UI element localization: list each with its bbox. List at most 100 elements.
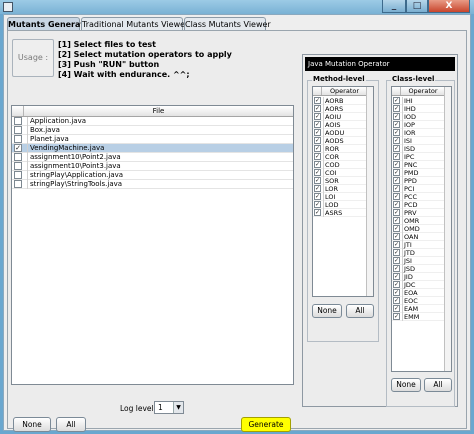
- class-operator-checkbox[interactable]: ✓: [393, 313, 400, 320]
- class-operator-row[interactable]: ✓ OAN: [392, 233, 444, 241]
- class-operator-checkbox[interactable]: ✓: [393, 233, 400, 240]
- file-checkbox[interactable]: [14, 180, 22, 188]
- class-operator-row[interactable]: ✓ IHD: [392, 105, 444, 113]
- class-operator-row[interactable]: ✓ JDC: [392, 281, 444, 289]
- method-operator-checkbox[interactable]: ✓: [314, 137, 321, 144]
- class-operator-checkbox[interactable]: ✓: [393, 121, 400, 128]
- tab-class-mutants-viewer[interactable]: Class Mutants Viewer: [184, 17, 271, 31]
- class-operator-checkbox[interactable]: ✓: [393, 305, 400, 312]
- close-button[interactable]: X: [428, 0, 470, 13]
- method-operator-row[interactable]: ✓ AOIU: [313, 113, 366, 121]
- class-operator-row[interactable]: ✓ JID: [392, 273, 444, 281]
- class-operator-row[interactable]: ✓ JSI: [392, 257, 444, 265]
- method-operator-checkbox[interactable]: ✓: [314, 193, 321, 200]
- class-operator-row[interactable]: ✓ JTD: [392, 249, 444, 257]
- class-operator-row[interactable]: ✓ OMR: [392, 217, 444, 225]
- maximize-button[interactable]: □: [406, 0, 428, 13]
- method-operator-checkbox[interactable]: ✓: [314, 209, 321, 216]
- class-operator-row[interactable]: ✓ PCI: [392, 185, 444, 193]
- class-operator-row[interactable]: ✓ EMM: [392, 313, 444, 321]
- file-row[interactable]: stringPlay\StringTools.java: [12, 180, 293, 189]
- class-operator-checkbox[interactable]: ✓: [393, 297, 400, 304]
- class-operator-checkbox[interactable]: ✓: [393, 105, 400, 112]
- class-operator-checkbox[interactable]: ✓: [393, 137, 400, 144]
- class-operator-row[interactable]: ✓ PPD: [392, 177, 444, 185]
- class-operator-row[interactable]: ✓ IOR: [392, 129, 444, 137]
- class-operator-checkbox[interactable]: ✓: [393, 249, 400, 256]
- method-operator-row[interactable]: ✓ LOI: [313, 193, 366, 201]
- method-operator-row[interactable]: ✓ AORB: [313, 97, 366, 105]
- class-operator-checkbox[interactable]: ✓: [393, 161, 400, 168]
- class-operator-checkbox[interactable]: ✓: [393, 241, 400, 248]
- method-operator-checkbox[interactable]: ✓: [314, 153, 321, 160]
- method-operator-checkbox[interactable]: ✓: [314, 105, 321, 112]
- class-operator-checkbox[interactable]: ✓: [393, 273, 400, 280]
- class-operator-row[interactable]: ✓ IPC: [392, 153, 444, 161]
- file-row[interactable]: assignment10\Point2.java: [12, 153, 293, 162]
- class-operator-row[interactable]: ✓ PNC: [392, 161, 444, 169]
- method-operator-row[interactable]: ✓ ROR: [313, 145, 366, 153]
- class-operator-row[interactable]: ✓ ISI: [392, 137, 444, 145]
- class-operator-column-header[interactable]: Operator: [402, 87, 444, 95]
- class-operator-row[interactable]: ✓ OMD: [392, 225, 444, 233]
- method-operator-checkbox[interactable]: ✓: [314, 145, 321, 152]
- method-all-button[interactable]: All: [346, 304, 374, 318]
- class-operator-row[interactable]: ✓ PCD: [392, 201, 444, 209]
- class-list-scrollbar[interactable]: [444, 87, 451, 371]
- method-operator-row[interactable]: ✓ LOR: [313, 185, 366, 193]
- class-operator-checkbox[interactable]: ✓: [393, 153, 400, 160]
- class-operator-checkbox[interactable]: ✓: [393, 289, 400, 296]
- file-checkbox[interactable]: [14, 162, 22, 170]
- class-operator-checkbox[interactable]: ✓: [393, 113, 400, 120]
- tab-traditional-mutants-viewer[interactable]: Traditional Mutants Viewer: [81, 17, 188, 31]
- usage-button[interactable]: Usage :: [12, 39, 54, 77]
- class-operator-row[interactable]: ✓ PMD: [392, 169, 444, 177]
- method-operator-checkbox[interactable]: ✓: [314, 161, 321, 168]
- method-operator-checkbox[interactable]: ✓: [314, 201, 321, 208]
- method-operator-checkbox[interactable]: ✓: [314, 129, 321, 136]
- class-operator-row[interactable]: ✓ IHI: [392, 97, 444, 105]
- method-operator-checkbox[interactable]: ✓: [314, 121, 321, 128]
- class-operator-row[interactable]: ✓ PCC: [392, 193, 444, 201]
- class-operator-checkbox[interactable]: ✓: [393, 193, 400, 200]
- class-operator-checkbox[interactable]: ✓: [393, 257, 400, 264]
- class-operator-checkbox[interactable]: ✓: [393, 209, 400, 216]
- class-operator-row[interactable]: ✓ JSD: [392, 265, 444, 273]
- file-row[interactable]: stringPlay\Application.java: [12, 171, 293, 180]
- generate-button[interactable]: Generate: [241, 417, 291, 432]
- file-checkbox[interactable]: [14, 153, 22, 161]
- class-operator-checkbox[interactable]: ✓: [393, 185, 400, 192]
- file-checkbox[interactable]: [14, 135, 22, 143]
- class-operator-checkbox[interactable]: ✓: [393, 217, 400, 224]
- class-none-button[interactable]: None: [391, 378, 421, 392]
- class-operator-row[interactable]: ✓ IOD: [392, 113, 444, 121]
- method-operator-checkbox[interactable]: ✓: [314, 177, 321, 184]
- method-operator-row[interactable]: ✓ COI: [313, 169, 366, 177]
- class-operator-checkbox[interactable]: ✓: [393, 145, 400, 152]
- class-operator-checkbox[interactable]: ✓: [393, 177, 400, 184]
- method-operator-row[interactable]: ✓ COD: [313, 161, 366, 169]
- file-row[interactable]: Application.java: [12, 117, 293, 126]
- file-row[interactable]: ✓ VendingMachine.java: [12, 144, 293, 153]
- class-operator-checkbox[interactable]: ✓: [393, 129, 400, 136]
- class-operator-checkbox[interactable]: ✓: [393, 201, 400, 208]
- class-operator-checkbox[interactable]: ✓: [393, 225, 400, 232]
- file-checkbox[interactable]: [14, 171, 22, 179]
- file-checkbox[interactable]: ✓: [14, 144, 22, 152]
- class-operator-row[interactable]: ✓ EOC: [392, 297, 444, 305]
- class-operator-checkbox[interactable]: ✓: [393, 97, 400, 104]
- method-list-scrollbar[interactable]: [366, 87, 373, 296]
- log-level-select[interactable]: 1 ▼: [154, 401, 184, 414]
- file-row[interactable]: Box.java: [12, 126, 293, 135]
- class-operator-checkbox[interactable]: ✓: [393, 265, 400, 272]
- class-all-button[interactable]: All: [424, 378, 452, 392]
- method-operator-checkbox[interactable]: ✓: [314, 185, 321, 192]
- file-checkbox[interactable]: [14, 117, 22, 125]
- method-operator-row[interactable]: ✓ COR: [313, 153, 366, 161]
- class-operator-checkbox[interactable]: ✓: [393, 281, 400, 288]
- class-operator-row[interactable]: ✓ PRV: [392, 209, 444, 217]
- class-operator-row[interactable]: ✓ IOP: [392, 121, 444, 129]
- minimize-button[interactable]: _: [382, 0, 406, 13]
- method-operator-row[interactable]: ✓ AORS: [313, 105, 366, 113]
- file-row[interactable]: Planet.java: [12, 135, 293, 144]
